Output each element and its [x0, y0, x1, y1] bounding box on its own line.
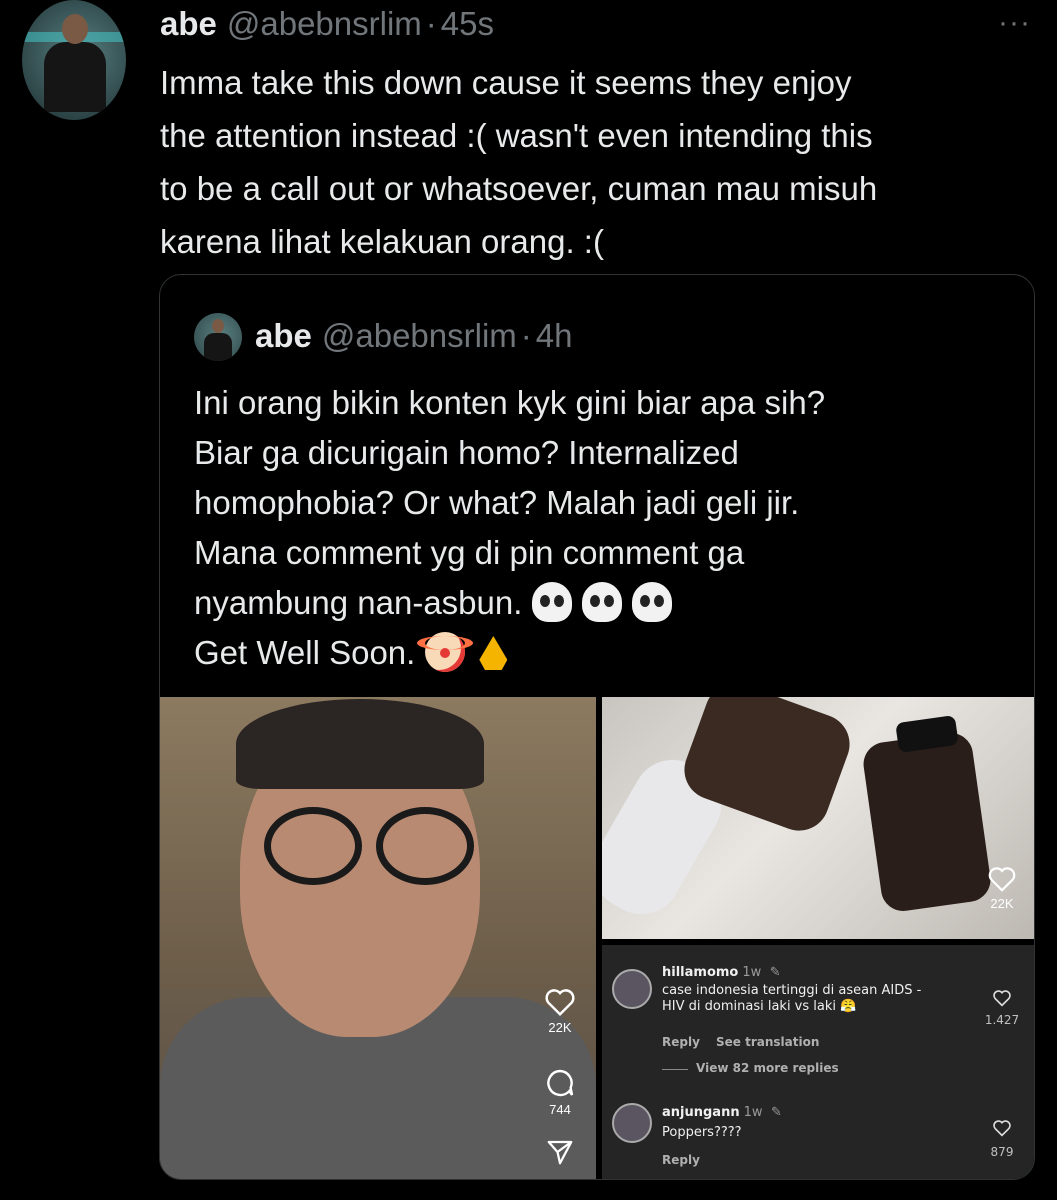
author-name[interactable]: abe	[160, 5, 217, 43]
share-send-icon	[547, 1140, 573, 1165]
skull-emoji-icon	[582, 582, 623, 622]
tweet-text: Imma take this down cause it seems they …	[160, 64, 878, 260]
heart-icon	[988, 867, 1016, 892]
quoted-avatar[interactable]	[194, 313, 242, 361]
quoted-author-handle[interactable]: @abebnsrlim	[322, 317, 517, 355]
quoted-avatar-figure	[204, 333, 232, 361]
comment-age: 1w	[742, 965, 762, 980]
photo-bottle	[860, 730, 994, 914]
comment-username-text: hillamomo	[662, 965, 739, 980]
comment-icon	[547, 1069, 574, 1097]
media-image-left[interactable]: 22K 744	[160, 697, 596, 1179]
like-overlay[interactable]: 22K	[542, 987, 578, 1035]
comments-panel[interactable]: hillamomo 1w ✎ case indonesia tertinggi d…	[602, 945, 1034, 1179]
pin-icon: ✎	[771, 1105, 782, 1120]
quoted-separator-dot: ·	[520, 317, 532, 354]
quoted-line-1: Ini orang bikin konten kyk gini biar apa…	[194, 384, 826, 421]
comment-count: 744	[549, 1102, 571, 1117]
author-handle[interactable]: @abebnsrlim	[227, 5, 422, 43]
more-options-icon[interactable]: ···	[998, 8, 1031, 38]
tweet-timestamp[interactable]: 45s	[441, 5, 494, 43]
see-translation-button[interactable]: See translation	[716, 1035, 819, 1049]
quoted-tweet-header: abe @abebnsrlim · 4h	[255, 317, 573, 355]
clown-face-emoji-icon	[417, 632, 474, 672]
comment-username[interactable]: hillamomo 1w ✎	[662, 965, 781, 980]
photo-hair	[236, 699, 484, 789]
replies-divider	[662, 1069, 688, 1070]
skull-emoji-icon	[632, 582, 673, 622]
comment-like-count: 1.427	[984, 1013, 1020, 1027]
quoted-line-6: Get Well Soon.	[194, 628, 1014, 678]
comment-heart-icon[interactable]	[992, 989, 1012, 1007]
like-overlay[interactable]: 22K	[982, 865, 1022, 911]
separator-dot: ·	[425, 5, 437, 42]
comment-text: case indonesia tertinggi di asean AIDS -…	[662, 983, 922, 1014]
commenter-avatar[interactable]	[612, 969, 652, 1009]
heart-icon	[545, 989, 575, 1017]
quoted-tweet-text: Ini orang bikin konten kyk gini biar apa…	[194, 378, 1014, 678]
folded-hands-emoji-icon	[475, 632, 511, 672]
comment-overlay[interactable]: 744	[542, 1067, 578, 1117]
quoted-timestamp[interactable]: 4h	[536, 317, 573, 355]
quoted-line-2: Biar ga dicurigain homo? Internalized	[194, 434, 739, 471]
quoted-author-name[interactable]: abe	[255, 317, 312, 355]
quoted-line-3: homophobia? Or what? Malah jadi geli jir…	[194, 484, 800, 521]
like-count: 22K	[990, 896, 1014, 911]
reply-button[interactable]: Reply	[662, 1035, 700, 1049]
pin-icon: ✎	[769, 965, 781, 980]
view-more-replies-button[interactable]: View 82 more replies	[696, 1061, 839, 1075]
commenter-avatar[interactable]	[612, 1103, 652, 1143]
comment-heart-icon[interactable]	[992, 1119, 1012, 1137]
avatar-head	[62, 14, 88, 44]
comment-like-count: 879	[990, 1145, 1014, 1159]
reply-button[interactable]: Reply	[662, 1153, 700, 1167]
comment-username-text: anjungann	[662, 1105, 740, 1120]
avatar-figure	[44, 42, 106, 112]
comment-text: Poppers????	[662, 1125, 742, 1140]
profile-avatar[interactable]	[22, 0, 126, 120]
tweet-header: abe @abebnsrlim · 45s	[160, 4, 494, 44]
share-overlay[interactable]	[542, 1137, 578, 1170]
quoted-line-6-text: Get Well Soon.	[194, 634, 416, 671]
quoted-avatar-head	[212, 319, 224, 333]
photo-glasses	[264, 807, 474, 885]
quoted-line-4: Mana comment yg di pin comment ga	[194, 534, 745, 571]
like-count: 22K	[548, 1020, 572, 1035]
comment-username[interactable]: anjungann 1w ✎	[662, 1105, 782, 1120]
skull-emoji-icon	[532, 582, 573, 622]
quoted-tweet-card[interactable]: abe @abebnsrlim · 4h Ini orang bikin kon…	[159, 274, 1035, 1180]
comment-age: 1w	[743, 1105, 763, 1120]
quoted-line-5-text: nyambung nan-asbun.	[194, 584, 523, 621]
media-image-right-top[interactable]: 22K	[602, 697, 1034, 939]
quoted-line-5: nyambung nan-asbun.	[194, 578, 1014, 628]
